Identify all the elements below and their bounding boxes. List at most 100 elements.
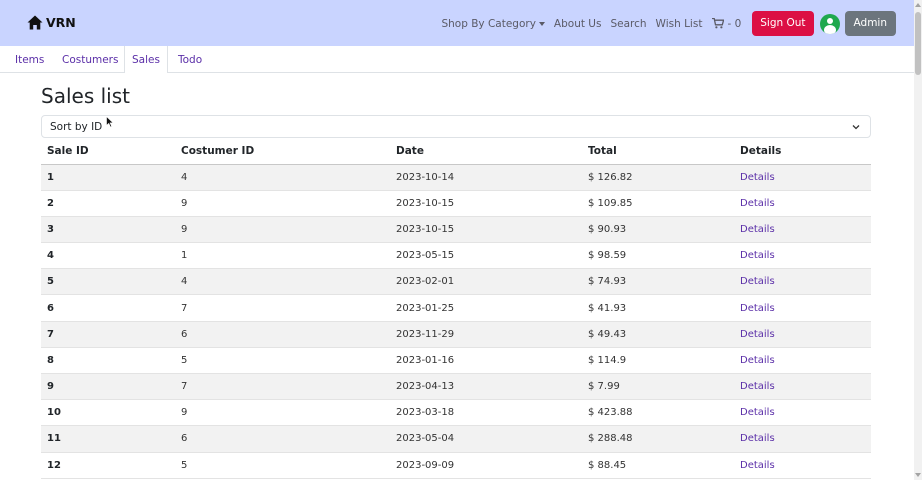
header-total: Total [582, 139, 734, 165]
sort-select[interactable]: Sort by ID [41, 115, 871, 138]
shop-by-category-dropdown[interactable]: Shop By Category [441, 17, 545, 30]
total-cell: $ 98.59 [582, 242, 734, 270]
sale-id-cell: 7 [41, 321, 175, 348]
header-costumer-id: Costumer ID [175, 139, 390, 165]
table-row: 2 9 2023-10-15 $ 109.85 Details [41, 190, 871, 217]
date-cell: 2023-10-14 [390, 164, 582, 191]
sale-id-cell: 9 [41, 373, 175, 401]
vertical-scrollbar[interactable] [914, 0, 922, 480]
scroll-up-arrow-icon[interactable] [915, 3, 921, 7]
costumer-id-cell: 7 [175, 373, 390, 401]
date-cell: 2023-10-15 [390, 190, 582, 217]
costumer-id-cell: 7 [175, 294, 390, 322]
cart-link[interactable]: - 0 [712, 18, 741, 30]
table-row: 1 4 2023-10-14 $ 126.82 Details [41, 164, 871, 191]
header-date: Date [390, 139, 582, 165]
scrollbar-thumb[interactable] [915, 12, 921, 75]
costumer-id-cell: 5 [175, 347, 390, 375]
mouse-cursor-icon [106, 116, 114, 128]
details-link[interactable]: Details [734, 373, 871, 401]
table-row: 9 7 2023-04-13 $ 7.99 Details [41, 373, 871, 401]
total-cell: $ 74.93 [582, 268, 734, 296]
brand-link[interactable]: VRN [27, 15, 76, 30]
scroll-down-arrow-icon[interactable] [915, 473, 921, 477]
total-cell: $ 41.93 [582, 294, 734, 322]
shop-by-category-label: Shop By Category [441, 17, 536, 30]
details-link[interactable]: Details [734, 347, 871, 375]
costumer-id-cell: 9 [175, 216, 390, 244]
details-link[interactable]: Details [734, 190, 871, 217]
table-row: 6 7 2023-01-25 $ 41.93 Details [41, 294, 871, 322]
sale-id-cell: 8 [41, 347, 175, 375]
date-cell: 2023-01-16 [390, 347, 582, 375]
date-cell: 2023-04-13 [390, 373, 582, 401]
details-link[interactable]: Details [734, 425, 871, 453]
sale-id-cell: 3 [41, 216, 175, 244]
date-cell: 2023-05-15 [390, 242, 582, 270]
sale-id-cell: 11 [41, 425, 175, 453]
sale-id-cell: 1 [41, 164, 175, 191]
table-header-row: Sale ID Costumer ID Date Total Details [41, 139, 871, 165]
sale-id-cell: 5 [41, 268, 175, 296]
top-navbar: VRN Shop By Category About Us Search Wis… [0, 0, 914, 46]
date-cell: 2023-03-18 [390, 399, 582, 427]
costumer-id-cell: 4 [175, 164, 390, 191]
brand-name: VRN [46, 15, 76, 30]
total-cell: $ 7.99 [582, 373, 734, 401]
details-link[interactable]: Details [734, 321, 871, 348]
wish-list-link[interactable]: Wish List [656, 18, 703, 30]
admin-button[interactable]: Admin [844, 11, 896, 36]
sales-table: Sale ID Costumer ID Date Total Details 1… [41, 139, 871, 479]
details-link[interactable]: Details [734, 294, 871, 322]
cart-count: - 0 [727, 17, 742, 30]
date-cell: 2023-02-01 [390, 268, 582, 296]
total-cell: $ 423.88 [582, 399, 734, 427]
table-row: 5 4 2023-02-01 $ 74.93 Details [41, 268, 871, 296]
details-link[interactable]: Details [734, 399, 871, 427]
table-row: 10 9 2023-03-18 $ 423.88 Details [41, 399, 871, 427]
sign-out-button[interactable]: Sign Out [752, 11, 814, 36]
table-row: 11 6 2023-05-04 $ 288.48 Details [41, 425, 871, 453]
total-cell: $ 288.48 [582, 425, 734, 453]
costumer-id-cell: 5 [175, 452, 390, 479]
about-us-link[interactable]: About Us [554, 18, 602, 30]
date-cell: 2023-01-25 [390, 294, 582, 322]
sale-id-cell: 10 [41, 399, 175, 427]
details-link[interactable]: Details [734, 164, 871, 191]
table-row: 7 6 2023-11-29 $ 49.43 Details [41, 321, 871, 348]
total-cell: $ 49.43 [582, 321, 734, 348]
costumer-id-cell: 1 [175, 242, 390, 270]
table-row: 4 1 2023-05-15 $ 98.59 Details [41, 242, 871, 270]
chevron-down-icon [852, 125, 860, 130]
costumer-id-cell: 6 [175, 425, 390, 453]
details-link[interactable]: Details [734, 216, 871, 244]
sale-id-cell: 6 [41, 294, 175, 322]
total-cell: $ 114.9 [582, 347, 734, 375]
tab-costumers[interactable]: Costumers [55, 46, 125, 72]
total-cell: $ 109.85 [582, 190, 734, 217]
sort-select-value: Sort by ID [50, 121, 103, 133]
costumer-id-cell: 6 [175, 321, 390, 348]
details-link[interactable]: Details [734, 268, 871, 296]
home-icon [27, 15, 43, 30]
tab-sales[interactable]: Sales [124, 46, 168, 73]
total-cell: $ 90.93 [582, 216, 734, 244]
costumer-id-cell: 9 [175, 190, 390, 217]
nav-links: Shop By Category About Us Search Wish Li… [441, 11, 896, 36]
page-title: Sales list [41, 84, 130, 108]
header-sale-id: Sale ID [41, 139, 175, 165]
sale-id-cell: 4 [41, 242, 175, 270]
costumer-id-cell: 4 [175, 268, 390, 296]
user-circle-icon[interactable] [819, 13, 840, 34]
tab-items[interactable]: Items [8, 46, 51, 72]
total-cell: $ 88.45 [582, 452, 734, 479]
cart-icon [712, 18, 725, 29]
details-link[interactable]: Details [734, 452, 871, 479]
date-cell: 2023-05-04 [390, 425, 582, 453]
search-link[interactable]: Search [610, 18, 646, 30]
date-cell: 2023-09-09 [390, 452, 582, 479]
tab-todo[interactable]: Todo [171, 46, 209, 72]
details-link[interactable]: Details [734, 242, 871, 270]
table-row: 12 5 2023-09-09 $ 88.45 Details [41, 452, 871, 479]
date-cell: 2023-11-29 [390, 321, 582, 348]
